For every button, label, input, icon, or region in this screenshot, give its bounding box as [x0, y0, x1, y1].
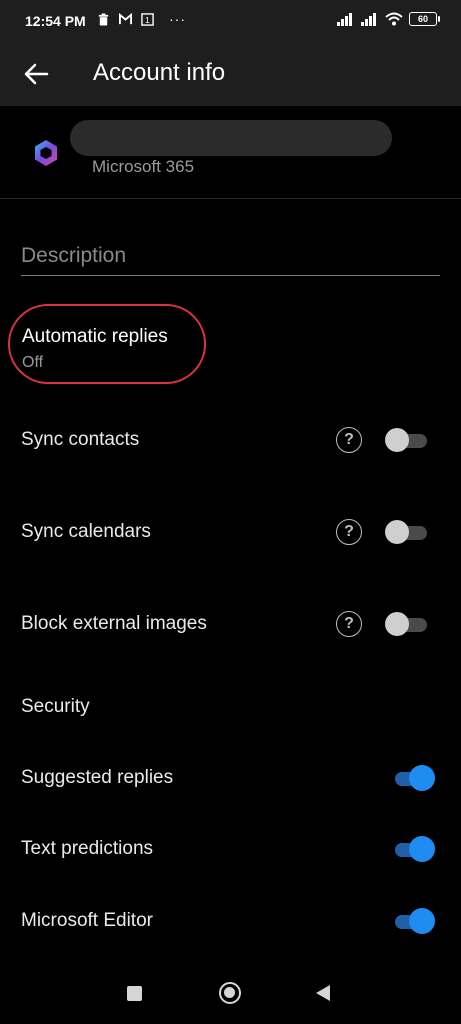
sync-calendars-row[interactable]: Sync calendars ?: [0, 505, 461, 561]
automatic-replies-label: Automatic replies: [22, 326, 168, 347]
signal-icon: [361, 13, 376, 26]
account-header: Microsoft 365: [0, 106, 461, 199]
sync-contacts-toggle[interactable]: [385, 428, 427, 452]
automatic-replies-item[interactable]: Automatic replies Off: [8, 304, 206, 384]
text-predictions-label: Text predictions: [21, 838, 154, 859]
toggle-thumb: [385, 520, 409, 544]
microsoft-editor-toggle[interactable]: [385, 908, 435, 934]
help-icon[interactable]: ?: [336, 611, 362, 637]
system-nav-bar: [0, 962, 461, 1024]
sync-contacts-label: Sync contacts: [21, 429, 140, 450]
toggle-thumb: [385, 612, 409, 636]
account-type: Microsoft 365: [92, 157, 195, 176]
calendar-1-icon: 1: [141, 13, 154, 26]
automatic-replies-status: Off: [22, 354, 44, 371]
account-email-redacted: [70, 120, 392, 156]
recents-square-icon[interactable]: [127, 986, 142, 1001]
toggle-thumb: [409, 765, 435, 791]
block-external-images-toggle[interactable]: [385, 612, 427, 636]
home-circle-icon[interactable]: [219, 982, 241, 1004]
back-triangle-icon[interactable]: [316, 985, 330, 1001]
toggle-thumb: [409, 908, 435, 934]
block-external-images-label: Block external images: [21, 613, 207, 634]
sync-calendars-label: Sync calendars: [21, 521, 151, 542]
toggle-thumb: [385, 428, 409, 452]
text-predictions-toggle[interactable]: [385, 836, 435, 862]
status-notification-icons: 1 ···: [97, 11, 186, 27]
signal-icon: [337, 13, 352, 26]
suggested-replies-row[interactable]: Suggested replies: [0, 751, 461, 807]
status-system-icons: 60: [337, 12, 440, 26]
svg-text:1: 1: [145, 15, 150, 25]
suggested-replies-toggle[interactable]: [385, 765, 435, 791]
toggle-thumb: [409, 836, 435, 862]
battery-icon: 60: [409, 12, 440, 26]
security-section-header: Security: [21, 696, 90, 717]
microsoft-365-logo: [35, 140, 57, 166]
description-field[interactable]: Description: [21, 240, 440, 276]
arrow-left-icon: [24, 63, 49, 85]
more-dots-icon: ···: [169, 11, 186, 27]
wifi-icon: [385, 12, 403, 26]
status-time: 12:54 PM: [25, 13, 86, 29]
suggested-replies-label: Suggested replies: [21, 767, 174, 788]
trash-icon: [98, 13, 109, 26]
text-predictions-row[interactable]: Text predictions: [0, 822, 461, 878]
microsoft-editor-row[interactable]: Microsoft Editor: [0, 894, 461, 950]
status-bar: 12:54 PM 1 ··· 60: [0, 0, 461, 42]
app-bar: Account info: [0, 42, 461, 106]
description-placeholder: Description: [21, 244, 127, 267]
microsoft-editor-label: Microsoft Editor: [21, 910, 153, 931]
battery-level: 60: [417, 14, 428, 24]
back-button[interactable]: [18, 56, 54, 92]
help-icon[interactable]: ?: [336, 519, 362, 545]
block-external-images-row[interactable]: Block external images ?: [0, 597, 461, 653]
gmail-icon: [119, 13, 132, 25]
help-icon[interactable]: ?: [336, 427, 362, 453]
sync-contacts-row[interactable]: Sync contacts ?: [0, 413, 461, 469]
sync-calendars-toggle[interactable]: [385, 520, 427, 544]
page-title: Account info: [93, 59, 226, 86]
